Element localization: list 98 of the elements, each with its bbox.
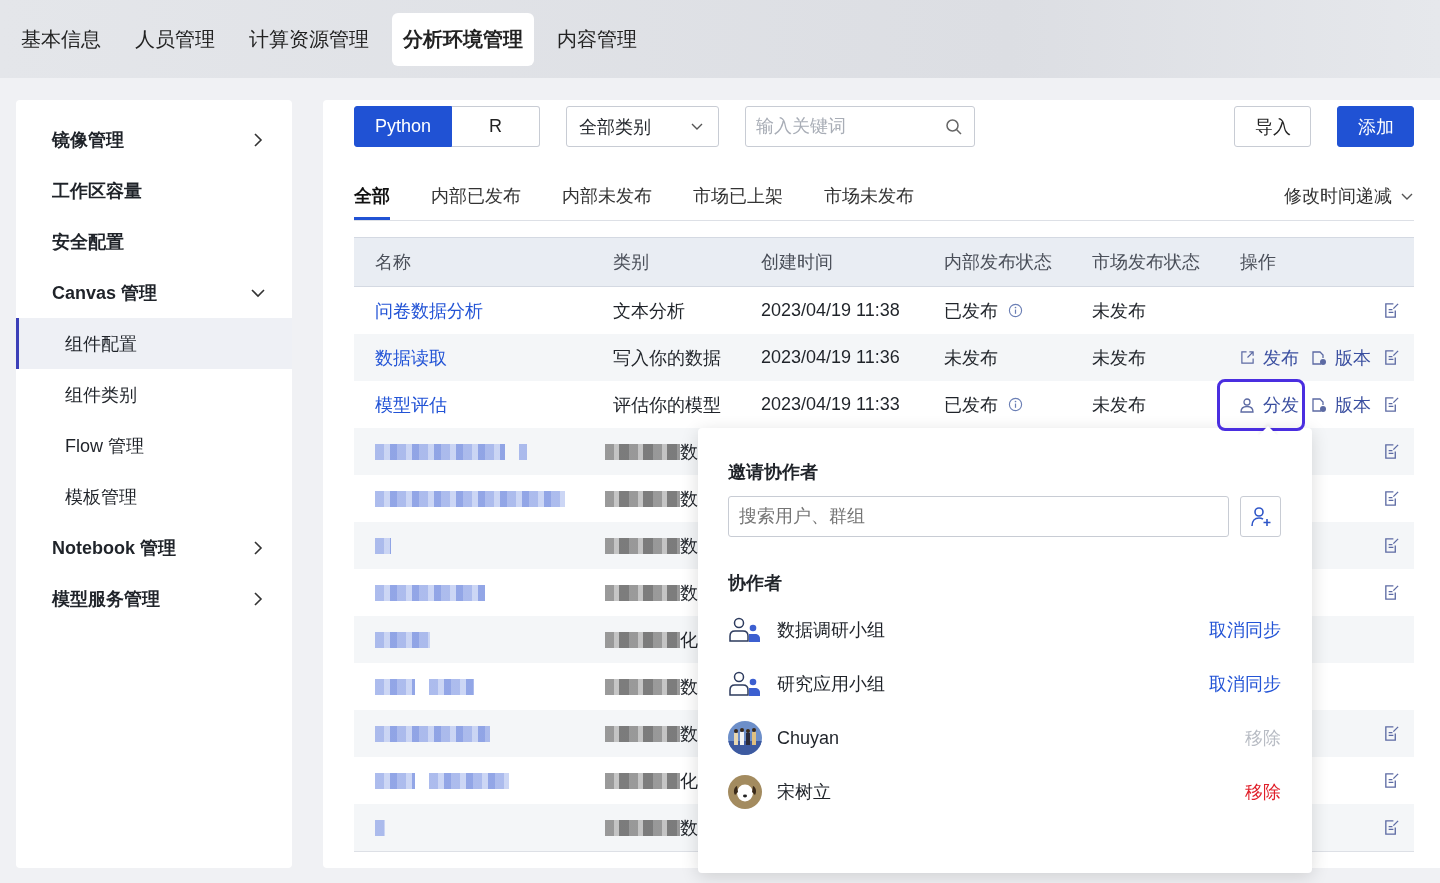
user-icon (1239, 396, 1255, 413)
edit-icon[interactable] (1383, 349, 1400, 366)
search-field[interactable]: 搜索用户、群组 (728, 496, 1229, 537)
column-header: 市场发布状态 (1091, 251, 1201, 274)
table-cell-text: 2023/04/19 11:36 (760, 347, 901, 368)
status-text: 已发布 (944, 299, 998, 323)
blurred-text (375, 819, 385, 836)
edit-icon[interactable] (1383, 490, 1400, 507)
blurred-text (519, 443, 527, 460)
version-link[interactable]: 版本 (1311, 392, 1371, 417)
collaborator-name: 宋树立 (777, 781, 832, 804)
nav-tab[interactable]: 分析环境管理 (392, 12, 534, 66)
blurred-text (375, 631, 430, 648)
name-link[interactable]: 数据读取 (354, 345, 593, 370)
status-text: 未发布 (1091, 393, 1147, 417)
search-field[interactable]: 输入关键词 (745, 106, 975, 147)
category-dropdown[interactable]: 全部类别 (566, 106, 719, 147)
language-toggle[interactable]: R (452, 106, 540, 147)
name-link[interactable]: 问卷数据分析 (354, 298, 593, 323)
blurred-text (375, 772, 415, 789)
add-button[interactable]: 添加 (1337, 106, 1414, 147)
collaborator-name: 数据调研小组 (777, 619, 886, 642)
remove-link[interactable]: 移除 (1245, 780, 1281, 804)
edit-icon[interactable] (1383, 725, 1400, 742)
add-user-icon (1249, 505, 1272, 528)
edit-icon[interactable] (1383, 537, 1400, 554)
table-cell-text: 文本分析 (612, 299, 686, 323)
blurred-text (375, 537, 391, 554)
column-header: 创建时间 (760, 251, 834, 274)
nav-tab[interactable]: 计算资源管理 (238, 12, 380, 66)
nav-tab[interactable]: 基本信息 (10, 12, 112, 66)
sidebar-item[interactable]: 模型服务管理 (16, 573, 292, 624)
status-text: 未发布 (944, 346, 998, 370)
publish-link[interactable]: 发布 (1240, 345, 1299, 370)
import-button[interactable]: 导入 (1234, 106, 1311, 147)
sidebar-item[interactable]: Notebook 管理 (16, 522, 292, 573)
sidebar-subitem[interactable]: 模板管理 (16, 471, 292, 522)
section-title: 协作者 (728, 572, 783, 595)
language-toggle[interactable]: Python (354, 106, 452, 147)
edit-icon[interactable] (1383, 302, 1400, 319)
sort-dropdown[interactable]: 修改时间递减 (1284, 172, 1414, 220)
table-cell-text: 数 (680, 722, 698, 746)
sidebar-subitem[interactable]: 组件类别 (16, 369, 292, 420)
table-cell-text: 评估你的模型 (612, 393, 722, 417)
dog-avatar-icon (728, 775, 762, 809)
table-cell-text: 化 (680, 628, 698, 652)
table-cell-text: 数 (680, 487, 698, 511)
table-cell-text: 数 (680, 675, 698, 699)
group-icon (728, 671, 762, 697)
sidebar-item[interactable]: Canvas 管理 (16, 267, 292, 318)
blurred-text (429, 678, 474, 695)
table-cell-text: 写入你的数据 (612, 346, 722, 370)
sidebar-item[interactable]: 镜像管理 (16, 114, 292, 165)
version-link[interactable]: 版本 (1311, 345, 1371, 370)
unsync-link[interactable]: 取消同步 (1209, 672, 1281, 696)
table-cell-text: 数 (680, 440, 698, 464)
document-icon (1311, 349, 1327, 366)
filter-tab[interactable]: 内部未发布 (562, 172, 652, 220)
edit-icon[interactable] (1383, 396, 1400, 413)
column-header: 操作 (1239, 251, 1277, 274)
edit-icon[interactable] (1383, 772, 1400, 789)
group-icon (728, 617, 762, 643)
blurred-text (375, 678, 415, 695)
external-link-icon (1240, 350, 1255, 365)
status-text: 未发布 (1091, 346, 1147, 370)
column-header: 内部发布状态 (943, 251, 1053, 274)
popover-title: 邀请协作者 (728, 461, 819, 484)
collaborator-name: Chuyan (777, 727, 841, 749)
edit-icon[interactable] (1383, 443, 1400, 460)
sidebar-subitem[interactable]: Flow 管理 (16, 420, 292, 471)
column-header: 类别 (612, 251, 650, 274)
status-text: 已发布 (944, 393, 998, 417)
table-cell-text: 2023/04/19 11:33 (760, 394, 901, 415)
table-cell-text: 数 (680, 816, 698, 840)
filter-tab[interactable]: 内部已发布 (431, 172, 521, 220)
filter-tab[interactable]: 全部 (354, 172, 390, 220)
nav-tab[interactable]: 内容管理 (546, 12, 648, 66)
sidebar-subitem[interactable]: 组件配置 (16, 318, 292, 369)
search-icon (945, 118, 963, 136)
add-user-button[interactable] (1240, 496, 1281, 537)
sidebar-item[interactable]: 工作区容量 (16, 165, 292, 216)
share-link[interactable]: 分发 (1239, 392, 1299, 417)
table-cell-text: 数 (680, 534, 698, 558)
column-header: 名称 (374, 251, 412, 274)
document-icon (1311, 396, 1327, 413)
sidebar-item[interactable]: 安全配置 (16, 216, 292, 267)
table-cell-text: 2023/04/19 11:38 (760, 300, 901, 321)
collaborator-name: 研究应用小组 (777, 673, 886, 696)
edit-icon[interactable] (1383, 819, 1400, 836)
filter-tab[interactable]: 市场未发布 (824, 172, 914, 220)
filter-tab[interactable]: 市场已上架 (693, 172, 783, 220)
table-cell-text: 数 (680, 581, 698, 605)
name-link[interactable]: 模型评估 (354, 392, 593, 417)
table-cell-text: 化 (680, 769, 698, 793)
nav-tab[interactable]: 人员管理 (124, 12, 226, 66)
unsync-link[interactable]: 取消同步 (1209, 618, 1281, 642)
status-text: 未发布 (1091, 299, 1147, 323)
edit-icon[interactable] (1383, 584, 1400, 601)
